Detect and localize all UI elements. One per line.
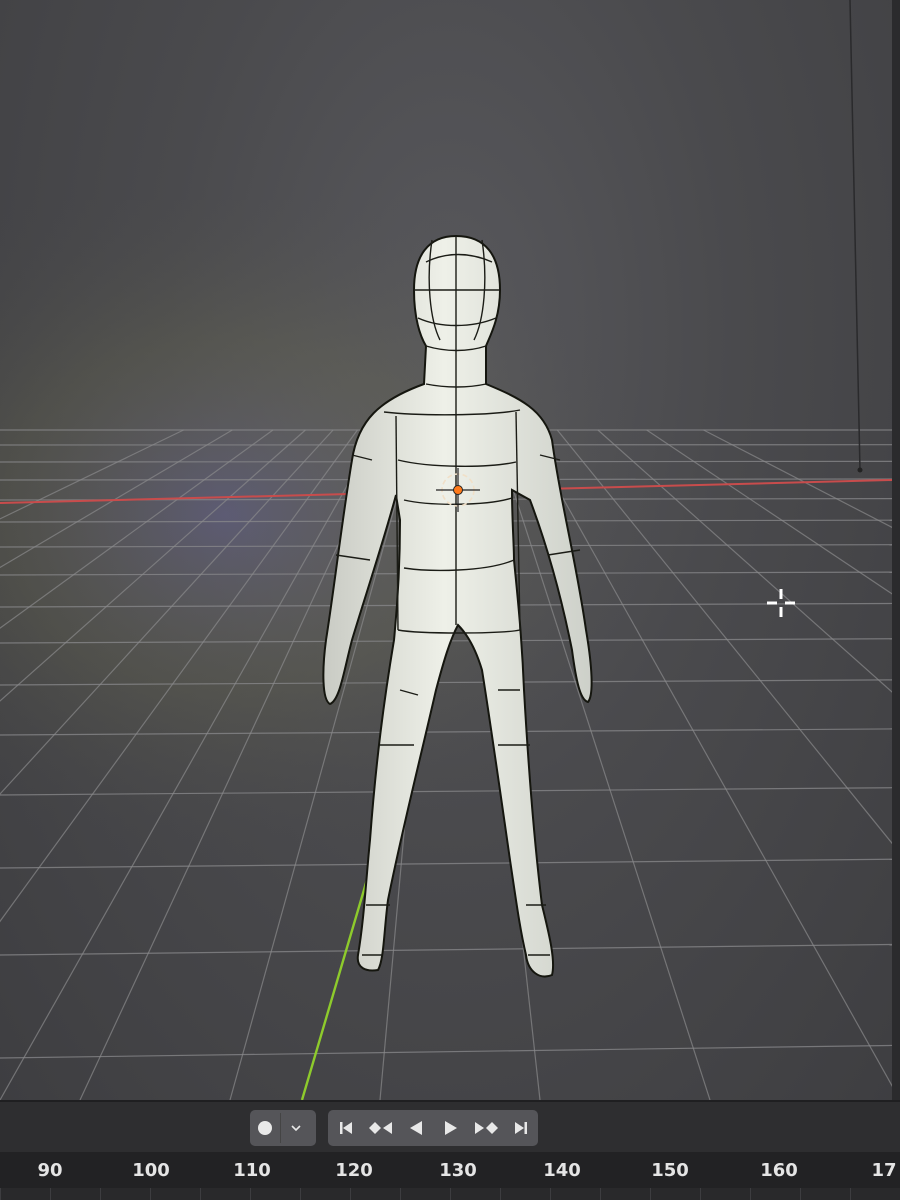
frame-tick (600, 1188, 601, 1200)
viewport-border (892, 0, 900, 1100)
frame-tick (800, 1188, 801, 1200)
vertex-dot (857, 467, 863, 473)
timeline-tick-label: 140 (543, 1160, 581, 1181)
transport-controls (328, 1110, 538, 1146)
frame-tick (750, 1188, 751, 1200)
timeline-tick-label: 90 (37, 1160, 63, 1181)
timeline-tick-label: 130 (439, 1160, 477, 1181)
frame-tick (350, 1188, 351, 1200)
play-reverse-icon (409, 1121, 422, 1135)
jump-start-icon (339, 1122, 352, 1134)
frame-tick (850, 1188, 851, 1200)
record-dropdown-button[interactable] (280, 1113, 311, 1143)
record-group (250, 1110, 316, 1146)
play-reverse-button[interactable] (401, 1113, 431, 1143)
origin-dot-icon (453, 485, 463, 495)
play-button[interactable] (436, 1113, 466, 1143)
prev-keyframe-icon (368, 1122, 392, 1134)
frame-tick (200, 1188, 201, 1200)
frame-tick (250, 1188, 251, 1200)
jump-end-icon (514, 1122, 527, 1134)
prev-keyframe-button[interactable] (366, 1113, 396, 1143)
timeline-tick-label: 17 (871, 1160, 897, 1181)
frame-tick (100, 1188, 101, 1200)
frame-tick (700, 1188, 701, 1200)
frame-tick (400, 1188, 401, 1200)
play-icon (444, 1121, 457, 1135)
frame-tick (650, 1188, 651, 1200)
jump-to-end-button[interactable] (506, 1113, 536, 1143)
next-keyframe-icon (474, 1122, 498, 1134)
grid-line (0, 943, 893, 956)
next-keyframe-button[interactable] (471, 1113, 501, 1143)
viewport-scene (0, 0, 900, 1100)
timeline-ruler[interactable]: 90 100 110 120 130 140 150 160 17 (0, 1152, 900, 1200)
jump-to-start-button[interactable] (331, 1113, 361, 1143)
3d-viewport[interactable] (0, 0, 900, 1100)
record-dot-icon (258, 1121, 272, 1135)
timeline-frame-row (0, 1188, 900, 1200)
grid-line (0, 1044, 893, 1059)
record-button[interactable] (250, 1113, 280, 1143)
timeline-tick-label: 150 (651, 1160, 689, 1181)
frame-tick (500, 1188, 501, 1200)
frame-tick (0, 1188, 1, 1200)
frame-tick (300, 1188, 301, 1200)
timeline-tick-label: 160 (760, 1160, 798, 1181)
frame-tick (150, 1188, 151, 1200)
frame-tick (450, 1188, 451, 1200)
timeline-tick-label: 120 (335, 1160, 373, 1181)
playback-header (0, 1100, 900, 1154)
chevron-down-icon (291, 1125, 301, 1132)
frame-tick (50, 1188, 51, 1200)
timeline-tick-label: 110 (233, 1160, 271, 1181)
frame-tick (550, 1188, 551, 1200)
timeline-tick-label: 100 (132, 1160, 170, 1181)
